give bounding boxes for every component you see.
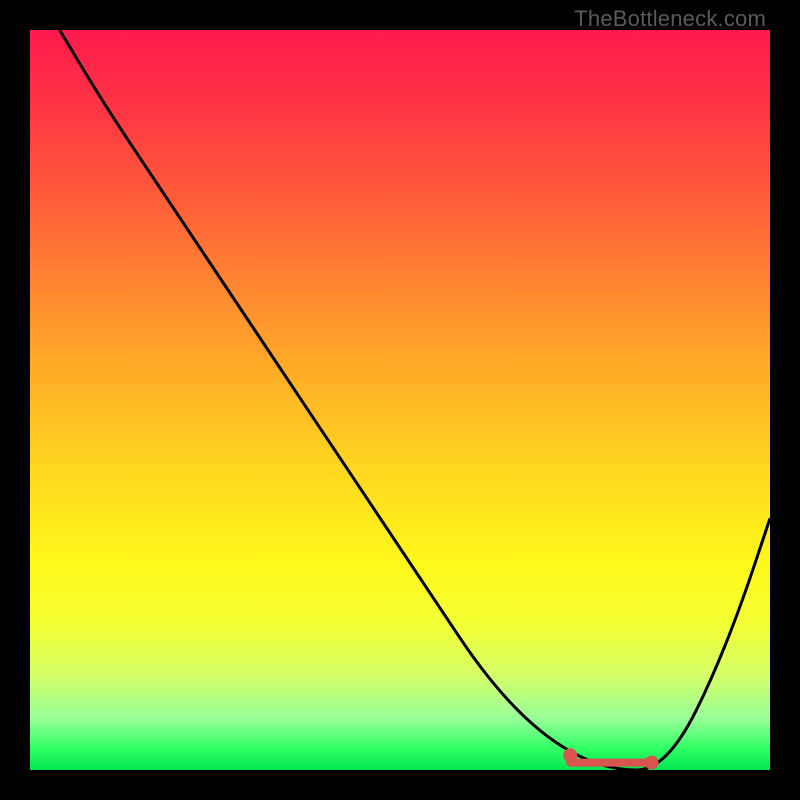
marker-start [563, 748, 577, 762]
plot-area [30, 30, 770, 770]
bottleneck-curve [60, 30, 770, 770]
watermark-text: TheBottleneck.com [574, 6, 766, 32]
chart-frame: TheBottleneck.com [0, 0, 800, 800]
chart-svg [30, 30, 770, 770]
marker-end [645, 756, 659, 770]
